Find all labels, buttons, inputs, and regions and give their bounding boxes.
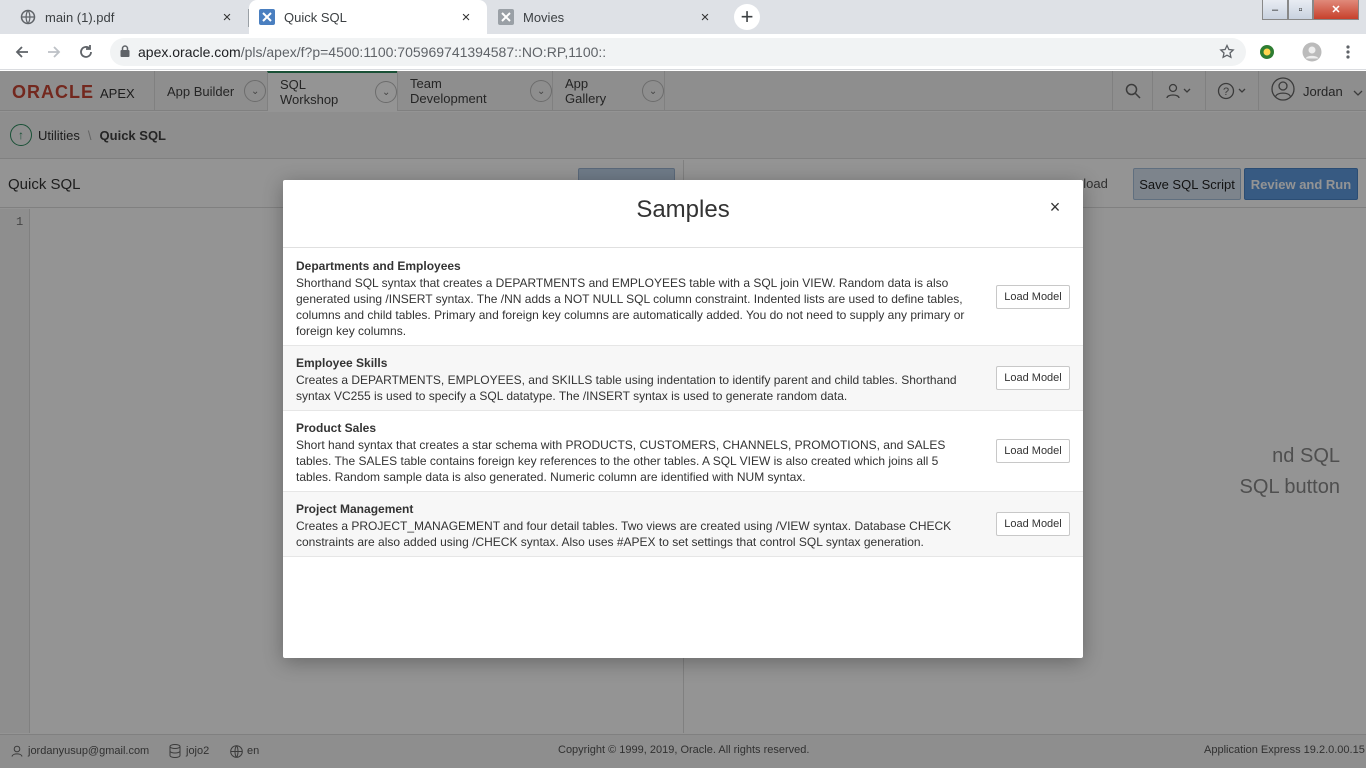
sample-description: Creates a PROJECT_MANAGEMENT and four de…	[296, 519, 952, 549]
lock-icon	[120, 44, 130, 60]
sample-title: Departments and Employees	[296, 259, 461, 273]
sample-description: Creates a DEPARTMENTS, EMPLOYEES, and SK…	[296, 373, 957, 403]
sample-description: Short hand syntax that creates a star sc…	[296, 438, 946, 484]
tab-close-icon[interactable]: ×	[457, 9, 475, 26]
restore-button[interactable]: ▫	[1288, 0, 1313, 20]
tab-label: Quick SQL	[284, 9, 347, 25]
globe-icon	[20, 9, 36, 25]
url-field[interactable]: apex.oracle.com/pls/apex/f?p=4500:1100:7…	[110, 38, 1246, 66]
window-close-button[interactable]: ✕	[1313, 0, 1359, 20]
back-arrow-icon[interactable]	[10, 40, 34, 64]
sample-item: Product Sales Short hand syntax that cre…	[283, 411, 1083, 492]
minimize-button[interactable]: –	[1262, 0, 1288, 20]
tab-label: Movies	[523, 9, 565, 25]
url-path: /pls/apex/f?p=4500:1100:705969741394587:…	[240, 44, 607, 60]
sample-title: Project Management	[296, 502, 414, 516]
sample-item: Employee Skills Creates a DEPARTMENTS, E…	[283, 346, 1083, 411]
url-host: apex.oracle.com	[138, 44, 241, 60]
dialog-header: Samples ×	[283, 180, 1083, 248]
reload-icon[interactable]	[74, 40, 98, 64]
load-model-button[interactable]: Load Model	[996, 285, 1070, 309]
sample-item: Departments and Employees Shorthand SQL …	[283, 249, 1083, 346]
url-text: apex.oracle.com/pls/apex/f?p=4500:1100:7…	[138, 44, 606, 60]
browser-menu-icon[interactable]	[1336, 40, 1360, 64]
sample-description: Shorthand SQL syntax that creates a DEPA…	[296, 276, 965, 338]
tab-close-icon[interactable]: ×	[218, 9, 236, 26]
browser-tab-strip: main (1).pdf × Quick SQL × Movies × + – …	[0, 0, 1366, 34]
new-tab-button[interactable]: +	[734, 4, 760, 30]
bookmark-star-icon[interactable]	[1215, 40, 1239, 64]
close-icon[interactable]: ×	[1046, 197, 1064, 217]
browser-tab-movies[interactable]: Movies ×	[488, 0, 726, 34]
sample-title: Product Sales	[296, 421, 377, 435]
forward-arrow-icon[interactable]	[42, 40, 66, 64]
browser-tab-quick-sql[interactable]: Quick SQL ×	[249, 0, 487, 34]
browser-tab-pdf[interactable]: main (1).pdf ×	[0, 0, 248, 34]
tab-close-icon[interactable]: ×	[696, 9, 714, 26]
apex-favicon-icon	[259, 9, 275, 25]
dialog-title: Samples	[636, 196, 730, 223]
load-model-button[interactable]: Load Model	[996, 439, 1070, 463]
profile-avatar-icon[interactable]	[1300, 40, 1324, 64]
sample-title: Employee Skills	[296, 356, 388, 370]
load-model-button[interactable]: Load Model	[996, 366, 1070, 390]
extension-icon[interactable]	[1255, 40, 1279, 64]
samples-dialog: Samples × Departments and Employees Shor…	[283, 180, 1083, 658]
tab-label: main (1).pdf	[45, 9, 115, 25]
apex-favicon-icon	[498, 9, 514, 25]
sample-item: Project Management Creates a PROJECT_MAN…	[283, 492, 1083, 557]
load-model-button[interactable]: Load Model	[996, 512, 1070, 536]
address-bar: apex.oracle.com/pls/apex/f?p=4500:1100:7…	[0, 34, 1366, 70]
